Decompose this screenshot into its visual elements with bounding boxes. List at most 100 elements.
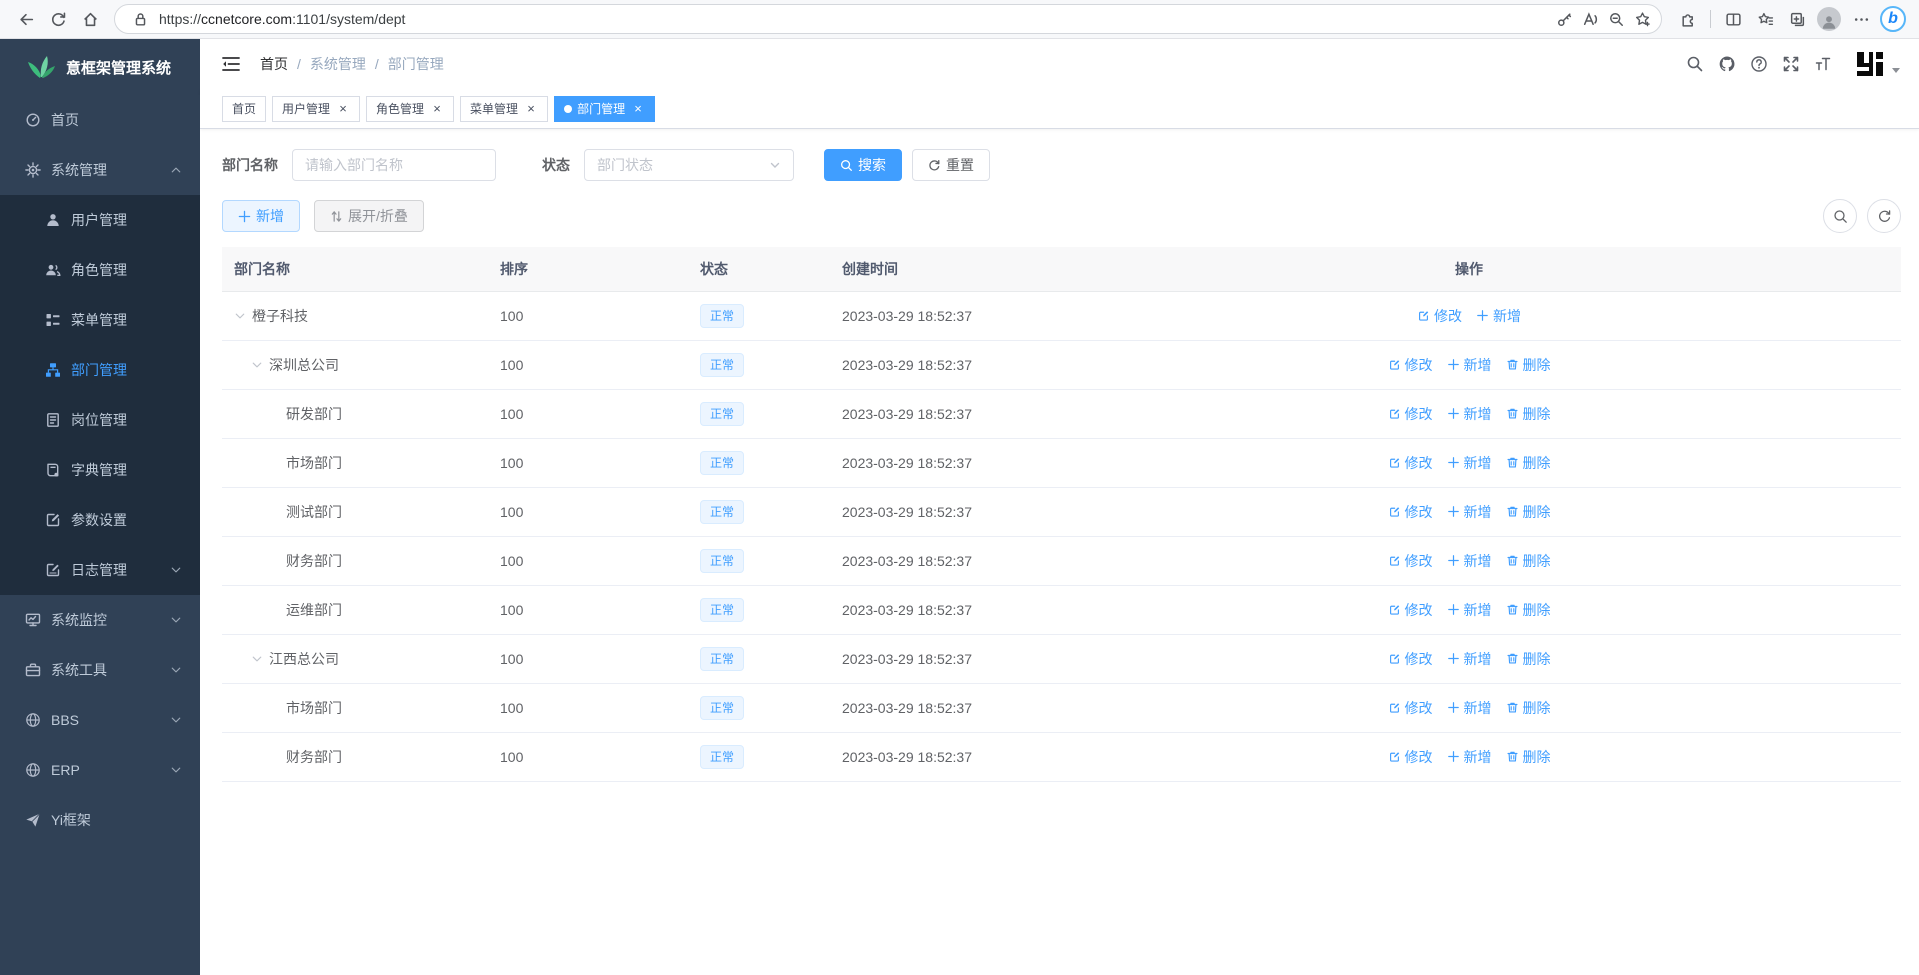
delete-action-link[interactable]: 删除 bbox=[1506, 698, 1551, 718]
refresh-table-button[interactable] bbox=[1867, 199, 1901, 233]
caret-down-icon[interactable] bbox=[1891, 65, 1901, 75]
sidebar-item-label: 系统管理 bbox=[51, 160, 107, 180]
sidebar-item-dict-mgmt[interactable]: 字典管理 bbox=[0, 445, 200, 495]
read-aloud-icon[interactable] bbox=[1577, 6, 1603, 32]
add-action-link[interactable]: 新增 bbox=[1447, 551, 1492, 571]
add-dept-button[interactable]: 新增 bbox=[222, 200, 300, 232]
sidebar-item-dept-mgmt[interactable]: 部门管理 bbox=[0, 345, 200, 395]
dept-name-input[interactable] bbox=[292, 149, 496, 181]
add-action-link[interactable]: 新增 bbox=[1447, 453, 1492, 473]
sidebar-item-log-mgmt[interactable]: 日志管理 bbox=[0, 545, 200, 595]
sidebar-item-menu-mgmt[interactable]: 菜单管理 bbox=[0, 295, 200, 345]
password-key-icon[interactable] bbox=[1551, 6, 1577, 32]
split-screen-icon[interactable] bbox=[1717, 3, 1749, 35]
sidebar-item-user-mgmt[interactable]: 用户管理 bbox=[0, 195, 200, 245]
bing-chat-icon[interactable]: b bbox=[1877, 3, 1909, 35]
search-button[interactable]: 搜索 bbox=[824, 149, 902, 181]
sort-value: 100 bbox=[494, 389, 694, 438]
breadcrumb-item[interactable]: 首页 bbox=[260, 54, 288, 74]
delete-action-link[interactable]: 删除 bbox=[1506, 502, 1551, 522]
sort-value: 100 bbox=[494, 634, 694, 683]
sidebar-item-yi-framework[interactable]: Yi框架 bbox=[0, 795, 200, 845]
add-action-link[interactable]: 新增 bbox=[1476, 306, 1521, 326]
add-action-link[interactable]: 新增 bbox=[1447, 502, 1492, 522]
tab-menu-mgmt[interactable]: 菜单管理 × bbox=[460, 96, 548, 122]
sidebar-item-system-monitor[interactable]: 系统监控 bbox=[0, 595, 200, 645]
delete-action-link[interactable]: 删除 bbox=[1506, 649, 1551, 669]
dictionary-icon bbox=[45, 462, 61, 478]
profile-avatar[interactable] bbox=[1813, 3, 1845, 35]
delete-action-link[interactable]: 删除 bbox=[1506, 453, 1551, 473]
expand-chevron-icon[interactable] bbox=[234, 310, 246, 322]
delete-action-link[interactable]: 删除 bbox=[1506, 551, 1551, 571]
header-search-icon[interactable] bbox=[1679, 48, 1711, 80]
action-label: 新增 bbox=[1464, 649, 1492, 669]
sidebar-item-bbs[interactable]: BBS bbox=[0, 695, 200, 745]
close-icon[interactable]: × bbox=[430, 102, 444, 116]
tab-home[interactable]: 首页 bbox=[222, 96, 266, 122]
browser-menu-dots-icon[interactable] bbox=[1845, 3, 1877, 35]
collections-icon[interactable] bbox=[1781, 3, 1813, 35]
edit-action-link[interactable]: 修改 bbox=[1388, 355, 1433, 375]
edit-action-link[interactable]: 修改 bbox=[1388, 453, 1433, 473]
edit-action-link[interactable]: 修改 bbox=[1388, 747, 1433, 767]
edit-action-link[interactable]: 修改 bbox=[1388, 404, 1433, 424]
extensions-puzzle-icon[interactable] bbox=[1672, 3, 1704, 35]
delete-action-link[interactable]: 删除 bbox=[1506, 747, 1551, 767]
app-logo[interactable]: 意框架管理系统 bbox=[0, 39, 200, 95]
yj-brand-logo[interactable] bbox=[1853, 49, 1887, 79]
expand-chevron-icon[interactable] bbox=[251, 653, 263, 665]
close-icon[interactable]: × bbox=[336, 102, 350, 116]
close-icon[interactable]: × bbox=[631, 102, 645, 116]
add-action-link[interactable]: 新增 bbox=[1447, 649, 1492, 669]
edit-action-link[interactable]: 修改 bbox=[1388, 649, 1433, 669]
zoom-out-icon[interactable] bbox=[1603, 6, 1629, 32]
tab-user-mgmt[interactable]: 用户管理× bbox=[272, 96, 360, 122]
add-action-link[interactable]: 新增 bbox=[1447, 698, 1492, 718]
sidebar-item-param-settings[interactable]: 参数设置 bbox=[0, 495, 200, 545]
tab-role-mgmt[interactable]: 角色管理× bbox=[366, 96, 454, 122]
toggle-search-button[interactable] bbox=[1823, 199, 1857, 233]
address-bar[interactable]: https://ccnetcore.com:1101/system/dept bbox=[114, 4, 1662, 34]
edit-action-link[interactable]: 修改 bbox=[1388, 600, 1433, 620]
chevron-down-icon bbox=[170, 714, 182, 726]
edit-action-link[interactable]: 修改 bbox=[1388, 502, 1433, 522]
delete-action-link[interactable]: 删除 bbox=[1506, 404, 1551, 424]
collapse-sidebar-icon[interactable] bbox=[220, 53, 242, 75]
add-action-link[interactable]: 新增 bbox=[1447, 600, 1492, 620]
add-action-link[interactable]: 新增 bbox=[1447, 747, 1492, 767]
close-icon[interactable]: × bbox=[524, 102, 538, 116]
browser-refresh-button[interactable] bbox=[42, 3, 74, 35]
add-action-link[interactable]: 新增 bbox=[1447, 355, 1492, 375]
lock-icon[interactable] bbox=[127, 6, 153, 32]
edit-action-link[interactable]: 修改 bbox=[1417, 306, 1462, 326]
sidebar-item-post-mgmt[interactable]: 岗位管理 bbox=[0, 395, 200, 445]
reset-button[interactable]: 重置 bbox=[912, 149, 990, 181]
edit-action-link[interactable]: 修改 bbox=[1388, 551, 1433, 571]
sidebar-item-role-mgmt[interactable]: 角色管理 bbox=[0, 245, 200, 295]
add-action-link[interactable]: 新增 bbox=[1447, 404, 1492, 424]
text-size-icon[interactable] bbox=[1807, 48, 1839, 80]
globe-icon bbox=[25, 762, 41, 778]
github-icon[interactable] bbox=[1711, 48, 1743, 80]
edit-square-icon bbox=[1388, 652, 1405, 665]
expand-chevron-icon[interactable] bbox=[251, 359, 263, 371]
browser-home-button[interactable] bbox=[74, 3, 106, 35]
sidebar-item-home[interactable]: 首页 bbox=[0, 95, 200, 145]
sidebar-item-system-mgmt[interactable]: 系统管理 bbox=[0, 145, 200, 195]
delete-action-link[interactable]: 删除 bbox=[1506, 600, 1551, 620]
browser-back-button[interactable] bbox=[10, 3, 42, 35]
edit-action-link[interactable]: 修改 bbox=[1388, 698, 1433, 718]
expand-collapse-button[interactable]: 展开/折叠 bbox=[314, 200, 424, 232]
fullscreen-icon[interactable] bbox=[1775, 48, 1807, 80]
status-select[interactable]: 部门状态 bbox=[584, 149, 794, 181]
add-favorite-star-icon[interactable] bbox=[1629, 6, 1655, 32]
breadcrumb-item: 系统管理 bbox=[310, 54, 366, 74]
favorites-bar-icon[interactable] bbox=[1749, 3, 1781, 35]
sidebar-item-system-tools[interactable]: 系统工具 bbox=[0, 645, 200, 695]
tab-dept-mgmt[interactable]: 部门管理× bbox=[554, 96, 655, 122]
delete-action-link[interactable]: 删除 bbox=[1506, 355, 1551, 375]
tab-label: 菜单管理 bbox=[470, 100, 518, 117]
sidebar-item-erp[interactable]: ERP bbox=[0, 745, 200, 795]
help-question-icon[interactable] bbox=[1743, 48, 1775, 80]
